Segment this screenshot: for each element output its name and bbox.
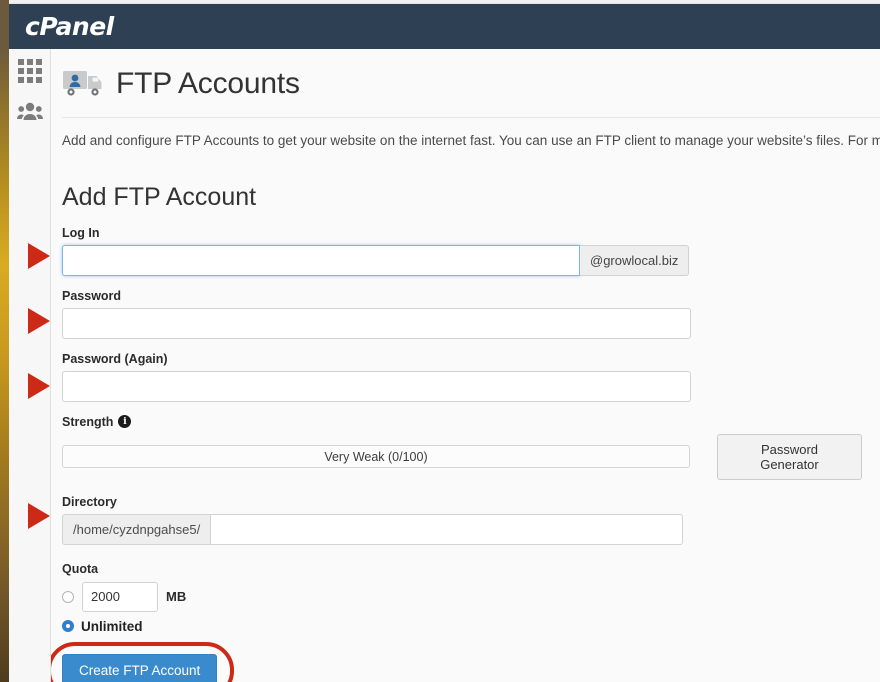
password-generator-button[interactable]: Password Generator [716,433,862,480]
quota-unlimited-radio[interactable] [62,620,74,633]
password-input[interactable] [62,307,691,339]
login-input-group: @growlocal.biz [62,244,862,276]
quota-amount-input[interactable] [82,581,158,612]
cpanel-header: cPanel [9,4,880,49]
field-password-again: Password (Again) [62,352,862,402]
directory-prefix: /home/cyzdnpgahse5/ [62,513,211,545]
cpanel-ftp-accounts-page: cPanel FTP Accounts Add and configure FT… [0,0,880,682]
sidebar-item-user-manager[interactable] [9,101,51,121]
field-login: Log In @growlocal.biz [62,226,862,276]
add-ftp-account-form: Log In @growlocal.biz Password Password … [51,226,862,682]
page-description: Add and configure FTP Accounts to get yo… [62,133,880,148]
arrow-marker-login [28,243,50,269]
sidebar-rail [9,49,51,682]
cpanel-logo[interactable]: cPanel [25,12,114,41]
arrow-marker-directory [28,503,50,529]
directory-input[interactable] [210,513,684,545]
ftp-truck-icon [63,71,102,96]
users-icon [17,102,43,120]
password-strength-bar: Very Weak (0/100) [62,445,690,469]
quota-amount-row: MB [62,581,862,612]
grid-icon [18,59,42,83]
arrow-marker-password-again [28,373,50,399]
desktop-edge-strip [0,48,9,682]
section-title-add-ftp-account: Add FTP Account [62,182,257,211]
quota-unit-label: MB [166,589,187,605]
quota-amount-radio[interactable] [62,590,74,603]
quota-unlimited-label: Unlimited [81,618,143,634]
directory-label: Directory [62,494,117,509]
strength-label-row: Strength i [62,415,862,429]
strength-label: Strength [62,414,114,429]
login-domain-suffix: @growlocal.biz [580,244,690,276]
strength-row: Very Weak (0/100) Password Generator [62,433,862,480]
field-strength: Strength i Very Weak (0/100) Password Ge… [62,415,862,480]
field-directory: Directory /home/cyzdnpgahse5/ [62,495,862,545]
field-quota: Quota MB Unlimited [62,562,862,634]
password-again-label: Password (Again) [62,351,168,366]
page-title-row: FTP Accounts [51,49,880,101]
quota-label: Quota [62,561,99,576]
info-icon[interactable]: i [118,415,132,429]
arrow-marker-password [28,308,50,334]
strength-value-text: Very Weak (0/100) [324,449,428,464]
password-label: Password [62,288,122,303]
sidebar-item-apps[interactable] [9,59,51,83]
page-title: FTP Accounts [116,67,300,100]
title-divider [62,117,880,118]
quota-unlimited-row[interactable]: Unlimited [62,619,862,634]
login-input[interactable] [62,244,580,276]
login-label: Log In [62,225,100,240]
field-password: Password [62,289,862,339]
create-ftp-account-button[interactable]: Create FTP Account [62,653,218,682]
main-content: FTP Accounts Add and configure FTP Accou… [51,49,880,682]
desktop-edge-top [0,0,9,48]
submit-row: Create FTP Account [51,641,262,682]
password-again-input[interactable] [62,370,691,402]
directory-input-group: /home/cyzdnpgahse5/ [62,513,862,545]
